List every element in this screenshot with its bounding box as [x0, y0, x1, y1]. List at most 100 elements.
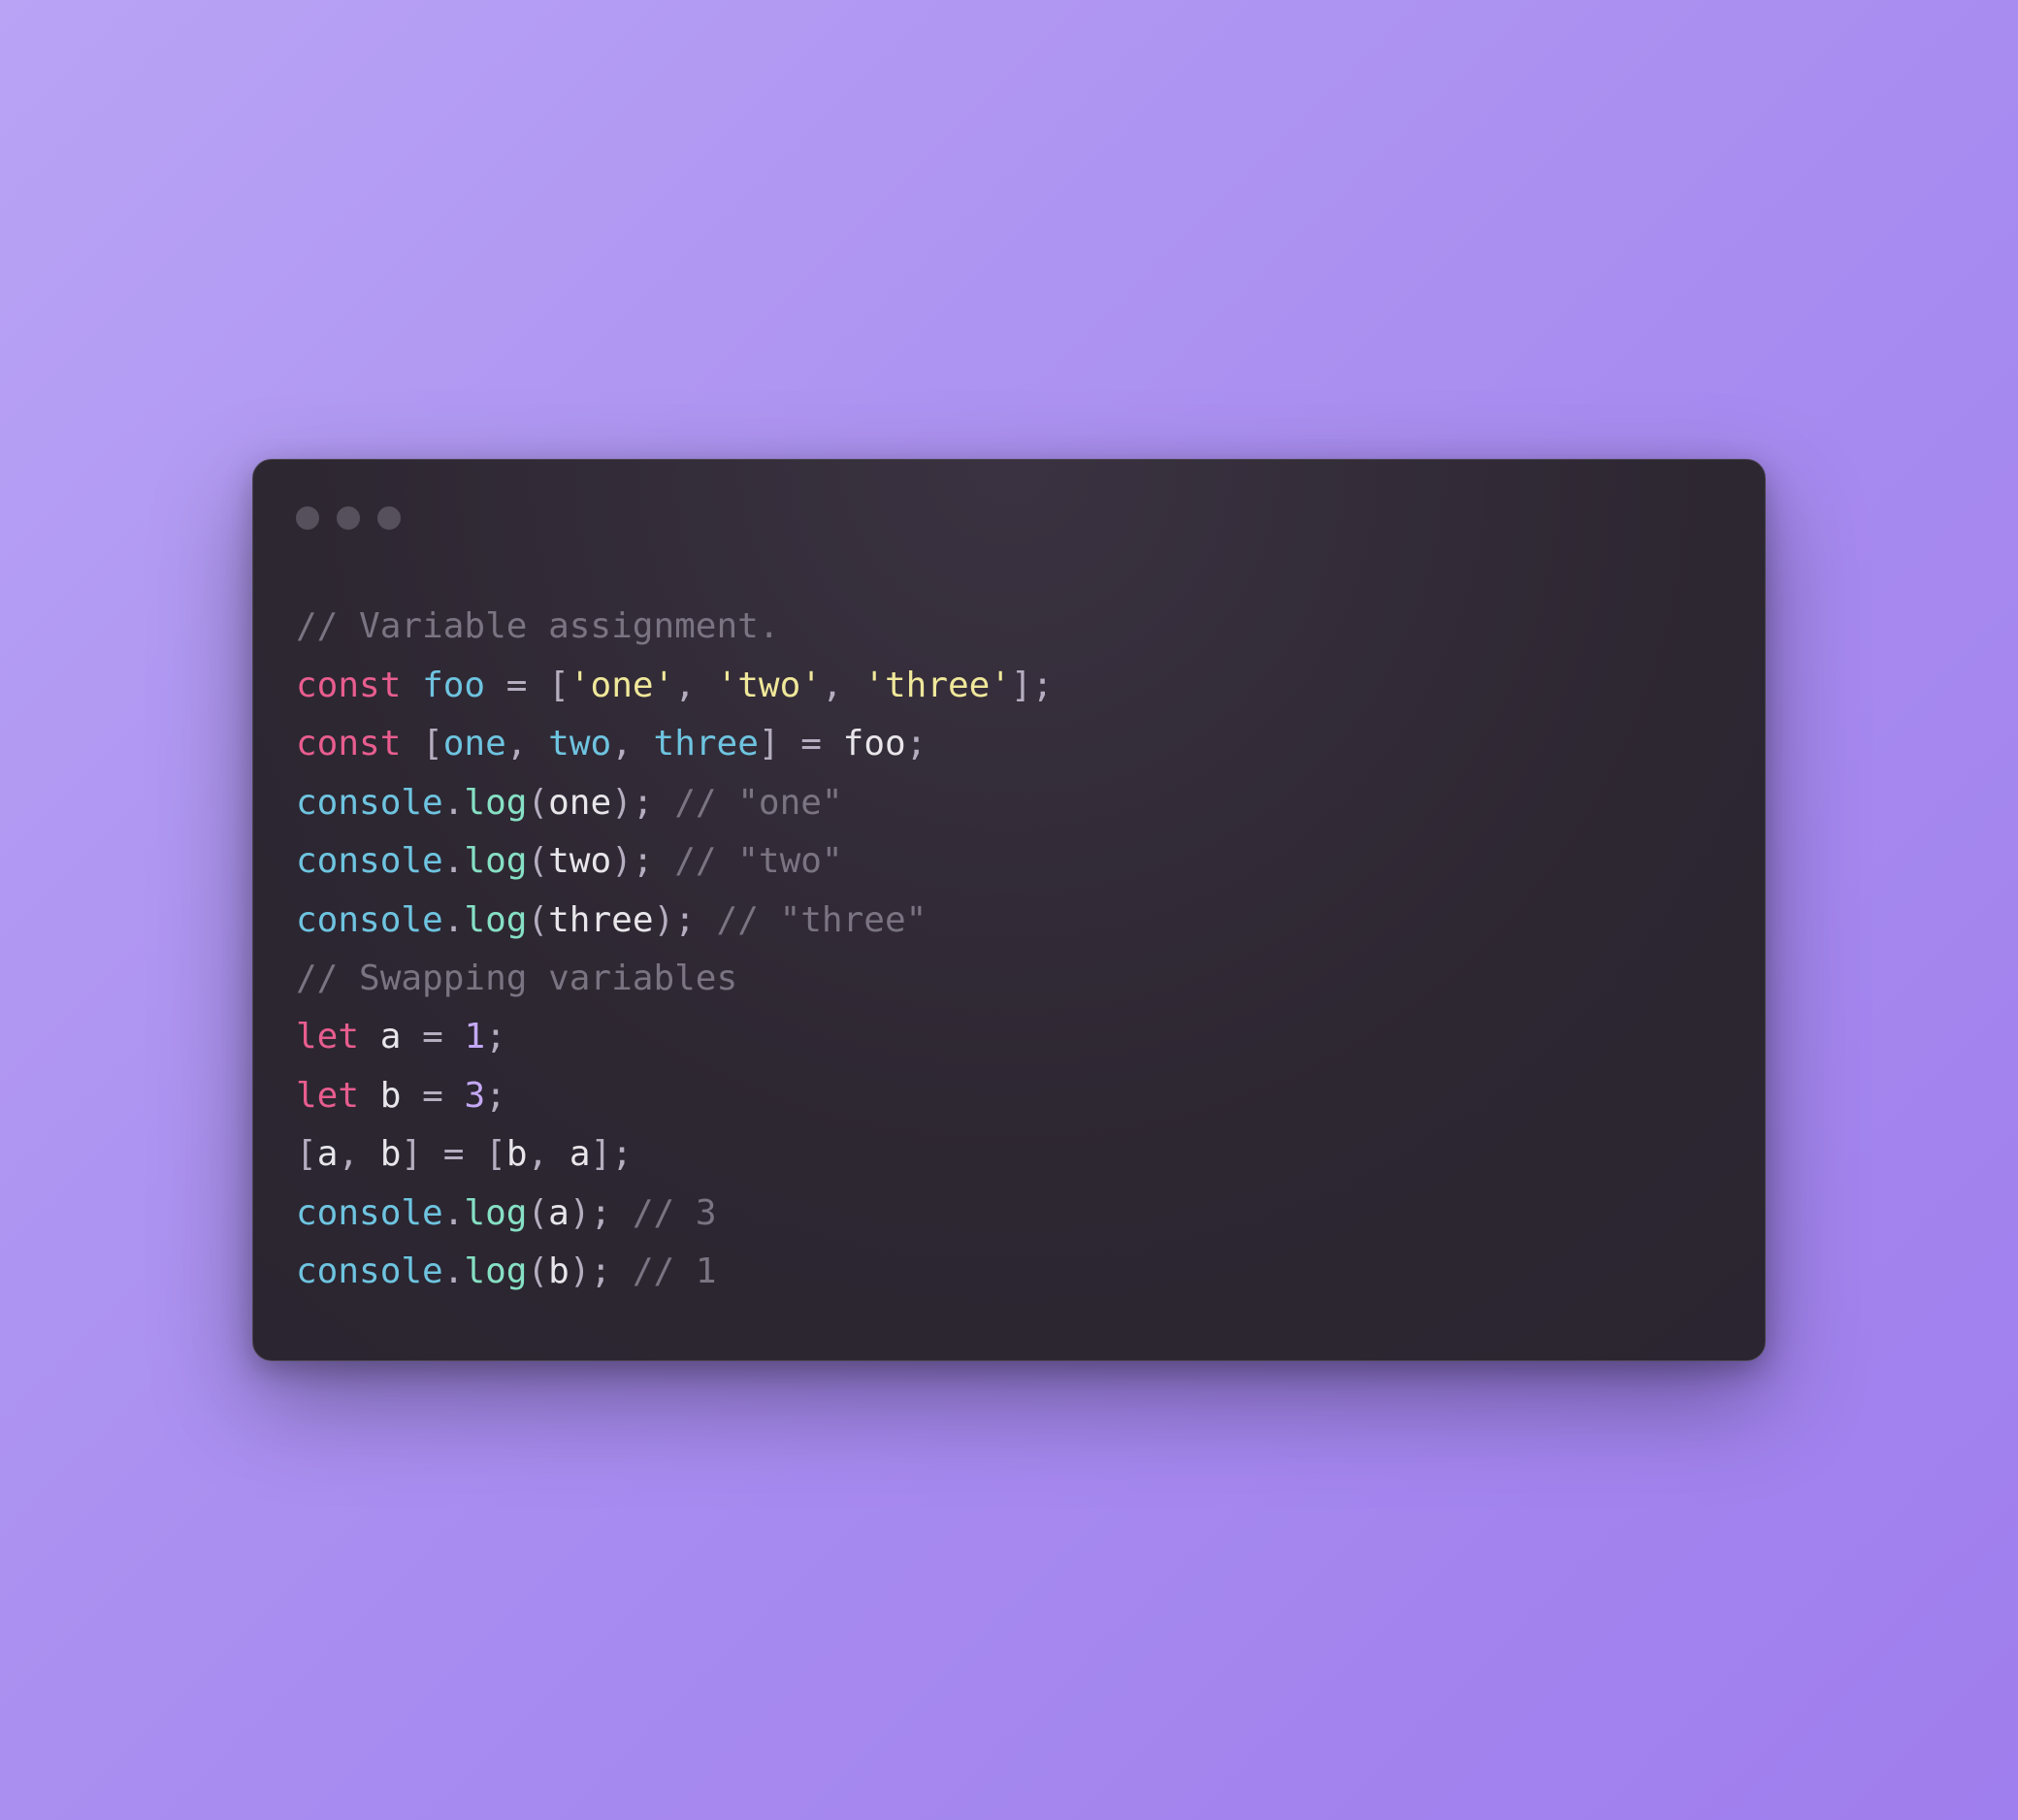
code-token [696, 900, 717, 940]
code-token: log [464, 1193, 527, 1233]
code-token: // "two" [674, 841, 842, 881]
code-token: // Variable assignment. [296, 606, 780, 646]
code-token: // "three" [717, 900, 928, 940]
code-token: . [443, 900, 465, 940]
code-token: , [528, 1134, 570, 1174]
code-token: 'two' [717, 666, 822, 705]
code-token: ; [485, 1076, 506, 1116]
code-token: two [548, 841, 611, 881]
code-token: // "one" [674, 783, 842, 823]
code-token: . [443, 783, 465, 823]
code-token: const [296, 724, 401, 764]
code-token [443, 1017, 465, 1056]
code-token: = [506, 666, 528, 705]
code-token: let [296, 1017, 359, 1056]
code-line: console.log(b); // 1 [296, 1243, 1722, 1301]
close-icon[interactable] [296, 506, 319, 530]
code-token [654, 783, 675, 823]
code-token: a [570, 1134, 591, 1174]
code-token: log [464, 1251, 527, 1291]
code-token: a [317, 1134, 339, 1174]
code-token: ; [906, 724, 928, 764]
code-token: three [654, 724, 759, 764]
code-line: const foo = ['one', 'two', 'three']; [296, 657, 1722, 715]
code-line: let b = 3; [296, 1067, 1722, 1125]
code-line: // Variable assignment. [296, 598, 1722, 656]
code-token: , [506, 724, 548, 764]
code-token: . [443, 1193, 465, 1233]
code-token: b [359, 1076, 422, 1116]
code-token: log [464, 783, 527, 823]
code-token: [ [296, 1134, 317, 1174]
code-token: 3 [464, 1076, 485, 1116]
code-token: log [464, 841, 527, 881]
code-token: = [422, 1076, 443, 1116]
code-token: 'one' [570, 666, 674, 705]
code-token: console [296, 841, 443, 881]
maximize-icon[interactable] [377, 506, 401, 530]
code-token: = [443, 1134, 465, 1174]
code-token: ( [527, 1251, 548, 1291]
code-token: 'three' [863, 666, 1011, 705]
code-token [401, 724, 422, 764]
code-token: ( [527, 841, 548, 881]
code-token: , [611, 724, 653, 764]
code-token: console [296, 783, 443, 823]
code-line: console.log(a); // 3 [296, 1185, 1722, 1243]
code-token: = [422, 1017, 443, 1056]
code-token: 1 [464, 1017, 485, 1056]
minimize-icon[interactable] [337, 506, 360, 530]
code-token [443, 1076, 465, 1116]
code-token: [ [422, 724, 443, 764]
code-token: one [443, 724, 506, 764]
code-token: console [296, 1193, 443, 1233]
code-token [464, 1134, 485, 1174]
code-line: let a = 1; [296, 1008, 1722, 1066]
code-token: . [443, 841, 465, 881]
code-token: one [548, 783, 611, 823]
code-token: two [548, 724, 611, 764]
code-line: [a, b] = [b, a]; [296, 1125, 1722, 1184]
code-token: // 1 [633, 1251, 717, 1291]
code-token [485, 666, 506, 705]
code-token: // Swapping variables [296, 959, 737, 998]
code-token: [ [485, 1134, 506, 1174]
code-token [654, 841, 675, 881]
code-line: // Swapping variables [296, 950, 1722, 1008]
code-token: ( [527, 1193, 548, 1233]
code-token: three [548, 900, 653, 940]
code-token [611, 1193, 633, 1233]
code-token: ]; [591, 1134, 633, 1174]
code-token: ( [527, 783, 548, 823]
code-token: , [674, 666, 716, 705]
code-line: console.log(two); // "two" [296, 832, 1722, 891]
code-token: console [296, 1251, 443, 1291]
code-token: ] [401, 1134, 422, 1174]
code-token: a [548, 1193, 570, 1233]
code-token: ] [759, 724, 780, 764]
code-token [527, 666, 548, 705]
code-token: log [464, 900, 527, 940]
code-token: ); [570, 1251, 611, 1291]
code-token [611, 1251, 633, 1291]
code-token: ); [611, 783, 653, 823]
code-token [401, 666, 422, 705]
code-line: const [one, two, three] = foo; [296, 715, 1722, 773]
code-token: . [443, 1251, 465, 1291]
code-token: foo [422, 666, 485, 705]
code-block: // Variable assignment.const foo = ['one… [296, 598, 1722, 1302]
code-token: let [296, 1076, 359, 1116]
code-token: ); [611, 841, 653, 881]
code-token: ); [654, 900, 696, 940]
code-token: , [338, 1134, 379, 1174]
code-token: = [800, 724, 822, 764]
code-token: const [296, 666, 401, 705]
code-token: ( [527, 900, 548, 940]
code-token: ); [570, 1193, 611, 1233]
window-controls [296, 506, 1722, 530]
code-token: ; [485, 1017, 506, 1056]
code-token: b [506, 1134, 528, 1174]
code-token [422, 1134, 443, 1174]
code-token: foo [822, 724, 906, 764]
code-token: // 3 [633, 1193, 717, 1233]
